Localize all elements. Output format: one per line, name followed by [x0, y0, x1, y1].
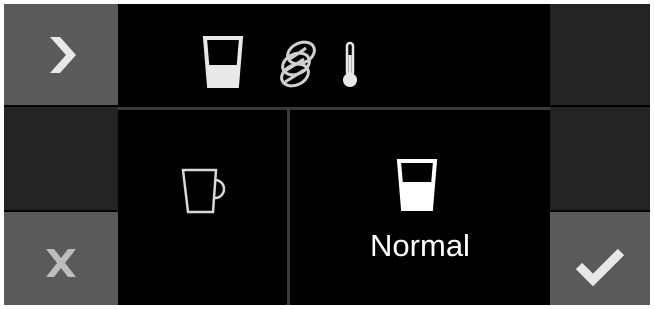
- cup-icon: [180, 166, 236, 216]
- empty-right-button-middle[interactable]: [550, 107, 650, 210]
- option-normal[interactable]: Normal: [290, 110, 550, 305]
- option-cup[interactable]: [118, 110, 287, 305]
- next-button[interactable]: [4, 4, 118, 105]
- cancel-button[interactable]: [4, 212, 118, 305]
- confirm-button[interactable]: [550, 212, 650, 305]
- header-panel: [118, 4, 550, 105]
- option-normal-label: Normal: [370, 228, 470, 263]
- glass-half-full-icon: [396, 158, 438, 212]
- glass-half-full-icon: [202, 35, 244, 89]
- empty-right-button-top[interactable]: [550, 4, 650, 105]
- coffee-machine-screen: Normal: [4, 4, 650, 305]
- chevron-right-icon: [44, 35, 78, 75]
- close-icon: [46, 248, 76, 277]
- empty-left-button[interactable]: [4, 107, 118, 210]
- thermometer-icon: [342, 41, 358, 89]
- checkmark-icon: [575, 246, 625, 286]
- coffee-beans-icon: [278, 40, 318, 88]
